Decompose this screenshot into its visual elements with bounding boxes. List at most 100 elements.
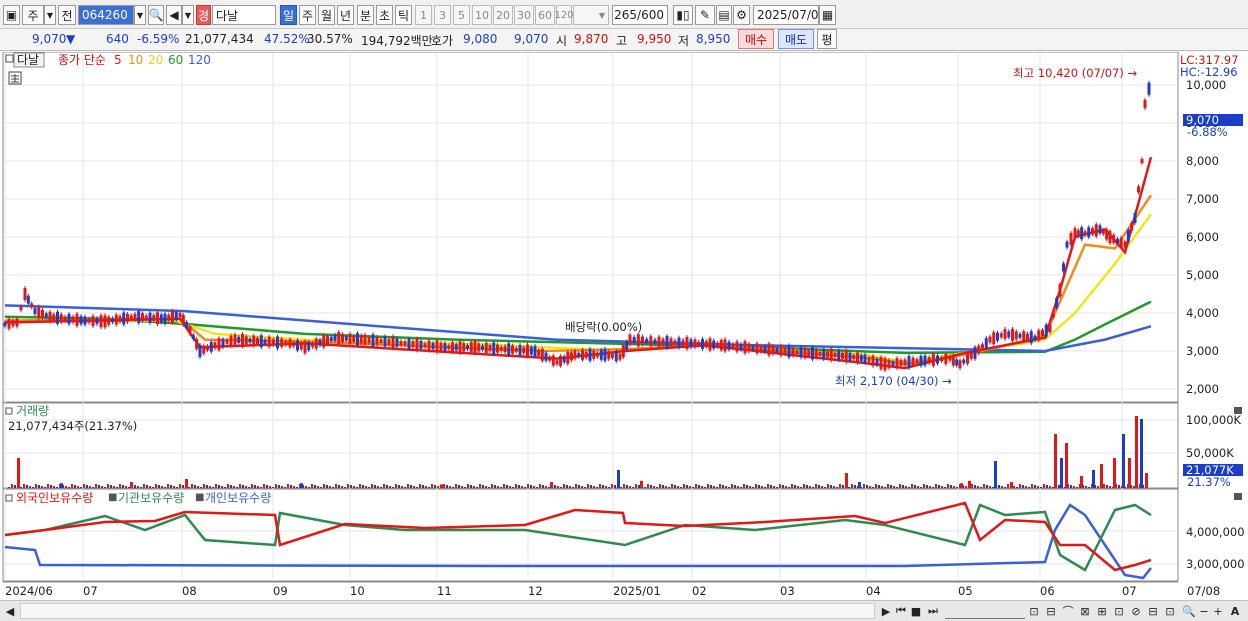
candle-type-icon[interactable]: ▮▯ xyxy=(673,5,693,25)
zoom-slider[interactable] xyxy=(945,603,1025,619)
speaker-dropdown-icon[interactable]: ▼ xyxy=(182,5,194,25)
volume-bar xyxy=(926,485,928,488)
tool-icon-7[interactable]: ⊘ xyxy=(1129,603,1143,619)
minute-60-button[interactable]: 60 xyxy=(535,5,555,25)
ma-20-label: 20 xyxy=(148,53,163,67)
candle-body xyxy=(518,345,522,356)
gear-icon[interactable]: ⚙ xyxy=(733,5,750,25)
volume-bar xyxy=(791,484,793,488)
candle-body xyxy=(973,346,977,359)
volume-panel-close-icon[interactable] xyxy=(1234,407,1242,414)
save-icon[interactable]: ▤ xyxy=(716,5,732,25)
tool-icon-3[interactable]: ⌒ xyxy=(1061,603,1075,619)
volume-panel-menu-icon[interactable] xyxy=(5,407,13,415)
market-kind-select[interactable]: 주 xyxy=(22,5,44,25)
stop-icon[interactable]: ■ xyxy=(909,603,923,619)
tool-icon-4[interactable]: ⊠ xyxy=(1078,603,1092,619)
scroll-right-icon[interactable]: ▶ xyxy=(880,603,892,619)
minute-1-button[interactable]: 1 xyxy=(415,5,432,25)
tool-icon-2[interactable]: ⊟ xyxy=(1044,603,1058,619)
volume-bar xyxy=(683,484,685,488)
period-second-button[interactable]: 초 xyxy=(376,5,393,25)
minute-30-button[interactable]: 30 xyxy=(514,5,534,25)
tool-icon-5[interactable]: ⊞ xyxy=(1095,603,1109,619)
date-input[interactable]: 2025/07/08 xyxy=(753,5,826,25)
candle-body xyxy=(514,347,518,352)
stock-name-field[interactable]: 다날 xyxy=(212,5,276,25)
buy-button[interactable]: 매수 xyxy=(738,29,774,49)
scroll-track[interactable] xyxy=(20,603,875,619)
volume-bar xyxy=(170,485,172,488)
candle-body xyxy=(603,348,607,361)
candle-body xyxy=(473,341,477,354)
minute-10-button[interactable]: 10 xyxy=(472,5,492,25)
speaker-icon[interactable]: ◀ xyxy=(166,5,182,25)
first-page-icon[interactable]: ⏮ xyxy=(894,603,908,619)
period-week-button[interactable]: 주 xyxy=(299,5,316,25)
candle-body xyxy=(435,340,439,353)
calendar-icon[interactable]: ▦ xyxy=(819,5,836,25)
candle-body xyxy=(26,295,30,304)
volume-bar xyxy=(353,486,355,488)
tool-icon-9[interactable]: ⊡ xyxy=(1163,603,1177,619)
count-input[interactable]: 265/600 xyxy=(612,5,668,25)
candle-body xyxy=(977,345,981,354)
volume-bar xyxy=(965,486,967,488)
custom-minute-select[interactable]: ▼ xyxy=(573,5,609,25)
period-month-button[interactable]: 월 xyxy=(318,5,335,25)
draw-tool-icon[interactable]: ✎ xyxy=(695,5,715,25)
all-market-button[interactable]: 전 xyxy=(58,5,76,25)
tool-icon-8[interactable]: ⊟ xyxy=(1146,603,1160,619)
candle-body xyxy=(856,352,859,363)
minute-20-button[interactable]: 20 xyxy=(493,5,513,25)
volume-bar xyxy=(617,470,620,488)
volume-bar xyxy=(300,483,303,488)
tool-icon-1[interactable]: ⊡ xyxy=(1027,603,1041,619)
minus-icon[interactable]: − xyxy=(1198,603,1210,619)
candle-body xyxy=(118,316,122,323)
candle-body xyxy=(341,334,344,343)
holding-panel-menu-icon[interactable] xyxy=(5,494,13,502)
scroll-left-icon[interactable]: ◀ xyxy=(4,603,16,619)
last-page-icon[interactable]: ⏭ xyxy=(926,603,940,619)
minute-5-button[interactable]: 5 xyxy=(453,5,470,25)
holding-panel-close-icon[interactable] xyxy=(1234,493,1242,500)
period-day-button[interactable]: 일 xyxy=(280,5,297,25)
sell-button[interactable]: 매도 xyxy=(778,29,814,49)
volume-bar xyxy=(878,485,880,488)
stock-code-input[interactable]: 064260 xyxy=(78,5,134,25)
volume-bar xyxy=(640,480,643,488)
search-icon[interactable]: 🔍 xyxy=(148,5,164,25)
period-tick-button[interactable]: 틱 xyxy=(395,5,412,25)
candle-body xyxy=(844,350,848,363)
candle-body xyxy=(962,359,966,364)
volume-bar xyxy=(8,487,10,488)
volume-bar xyxy=(293,486,295,488)
volume-bar xyxy=(770,485,772,488)
candle-body xyxy=(1029,331,1033,344)
font-size-icon[interactable]: A xyxy=(1228,603,1242,619)
volume-bar xyxy=(38,485,40,488)
candle-body xyxy=(779,345,783,356)
candle-body xyxy=(653,339,657,344)
candle-body xyxy=(233,334,237,345)
plus-icon[interactable]: + xyxy=(1212,603,1224,619)
minute-3-button[interactable]: 3 xyxy=(434,5,451,25)
volume-bar xyxy=(1058,485,1060,488)
panel-menu-icon[interactable] xyxy=(5,54,14,63)
candle-body xyxy=(15,318,19,327)
code-dropdown-icon[interactable]: ▼ xyxy=(134,5,146,25)
candle-body xyxy=(899,359,903,366)
chevron-down-icon[interactable]: ▼ xyxy=(44,5,56,25)
period-year-button[interactable]: 년 xyxy=(337,5,354,25)
period-minute-button[interactable]: 분 xyxy=(357,5,374,25)
minute-120-button[interactable]: 120 xyxy=(554,5,574,25)
tool-icon-6[interactable]: ⊡ xyxy=(1112,603,1126,619)
volume-bar xyxy=(101,486,103,488)
layout-icon[interactable]: ▣ xyxy=(3,5,20,25)
zoom-out-icon[interactable]: 🔍 xyxy=(1182,603,1196,619)
eval-button[interactable]: 평 xyxy=(817,29,837,49)
candle-body xyxy=(931,353,935,366)
x-axis-label: 06 xyxy=(1040,584,1055,598)
candle-body xyxy=(156,312,159,325)
